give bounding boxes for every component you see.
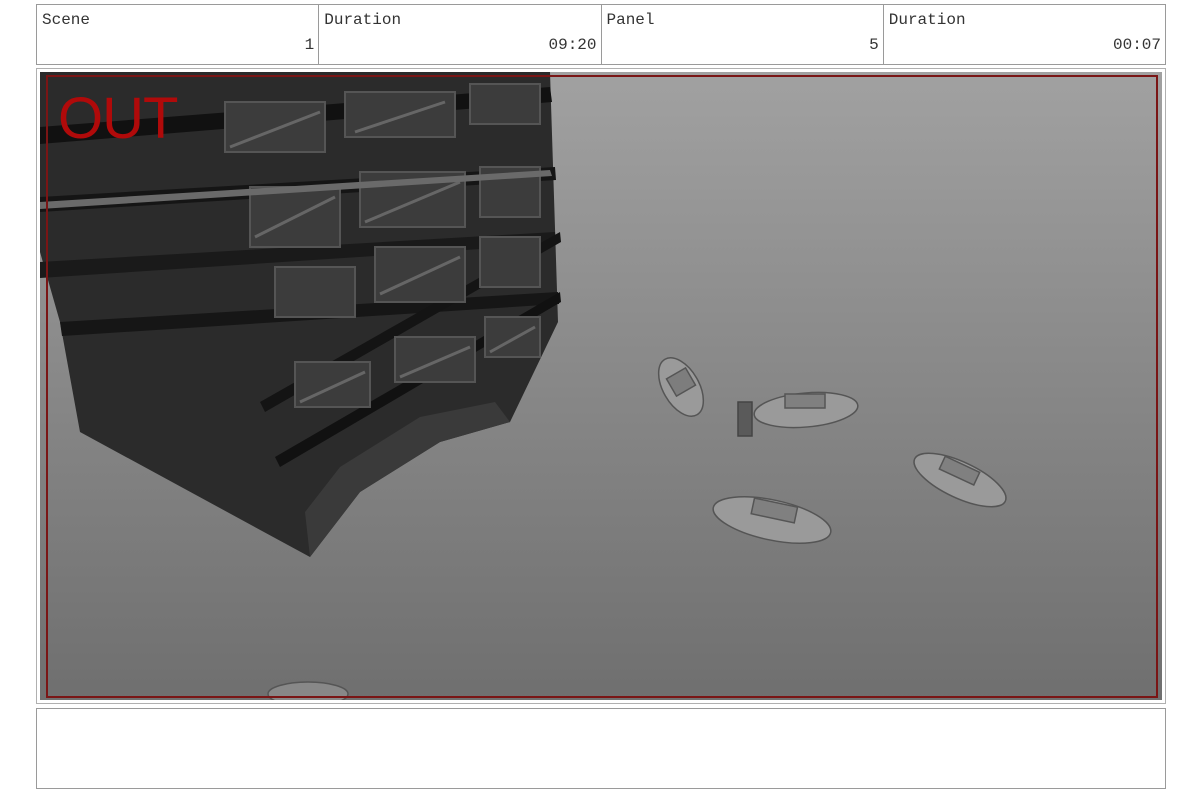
storyboard-viewport[interactable]: OUT bbox=[36, 68, 1166, 704]
scene-label: Scene bbox=[42, 11, 91, 29]
panel-info-header: Scene 1 Duration 09:20 Panel 5 Duration … bbox=[36, 4, 1166, 65]
scene-render: OUT bbox=[40, 72, 1162, 700]
out-marker-label: OUT bbox=[58, 86, 178, 151]
scene-cell: Scene 1 bbox=[37, 5, 320, 64]
scene-value: 1 bbox=[304, 36, 315, 54]
scene-duration-label: Duration bbox=[324, 11, 402, 29]
panel-duration-label: Duration bbox=[888, 11, 966, 29]
panel-notes-box[interactable] bbox=[36, 708, 1166, 789]
scene-duration-cell: Duration 09:20 bbox=[319, 5, 602, 64]
panel-duration-value: 00:07 bbox=[1112, 36, 1161, 54]
scene-illustration bbox=[40, 72, 1007, 700]
panel-label: Panel bbox=[606, 11, 655, 29]
scene-duration-value: 09:20 bbox=[548, 36, 597, 54]
panel-duration-cell: Duration 00:07 bbox=[884, 5, 1165, 64]
panel-value: 5 bbox=[869, 36, 879, 54]
panel-cell: Panel 5 bbox=[602, 5, 884, 64]
